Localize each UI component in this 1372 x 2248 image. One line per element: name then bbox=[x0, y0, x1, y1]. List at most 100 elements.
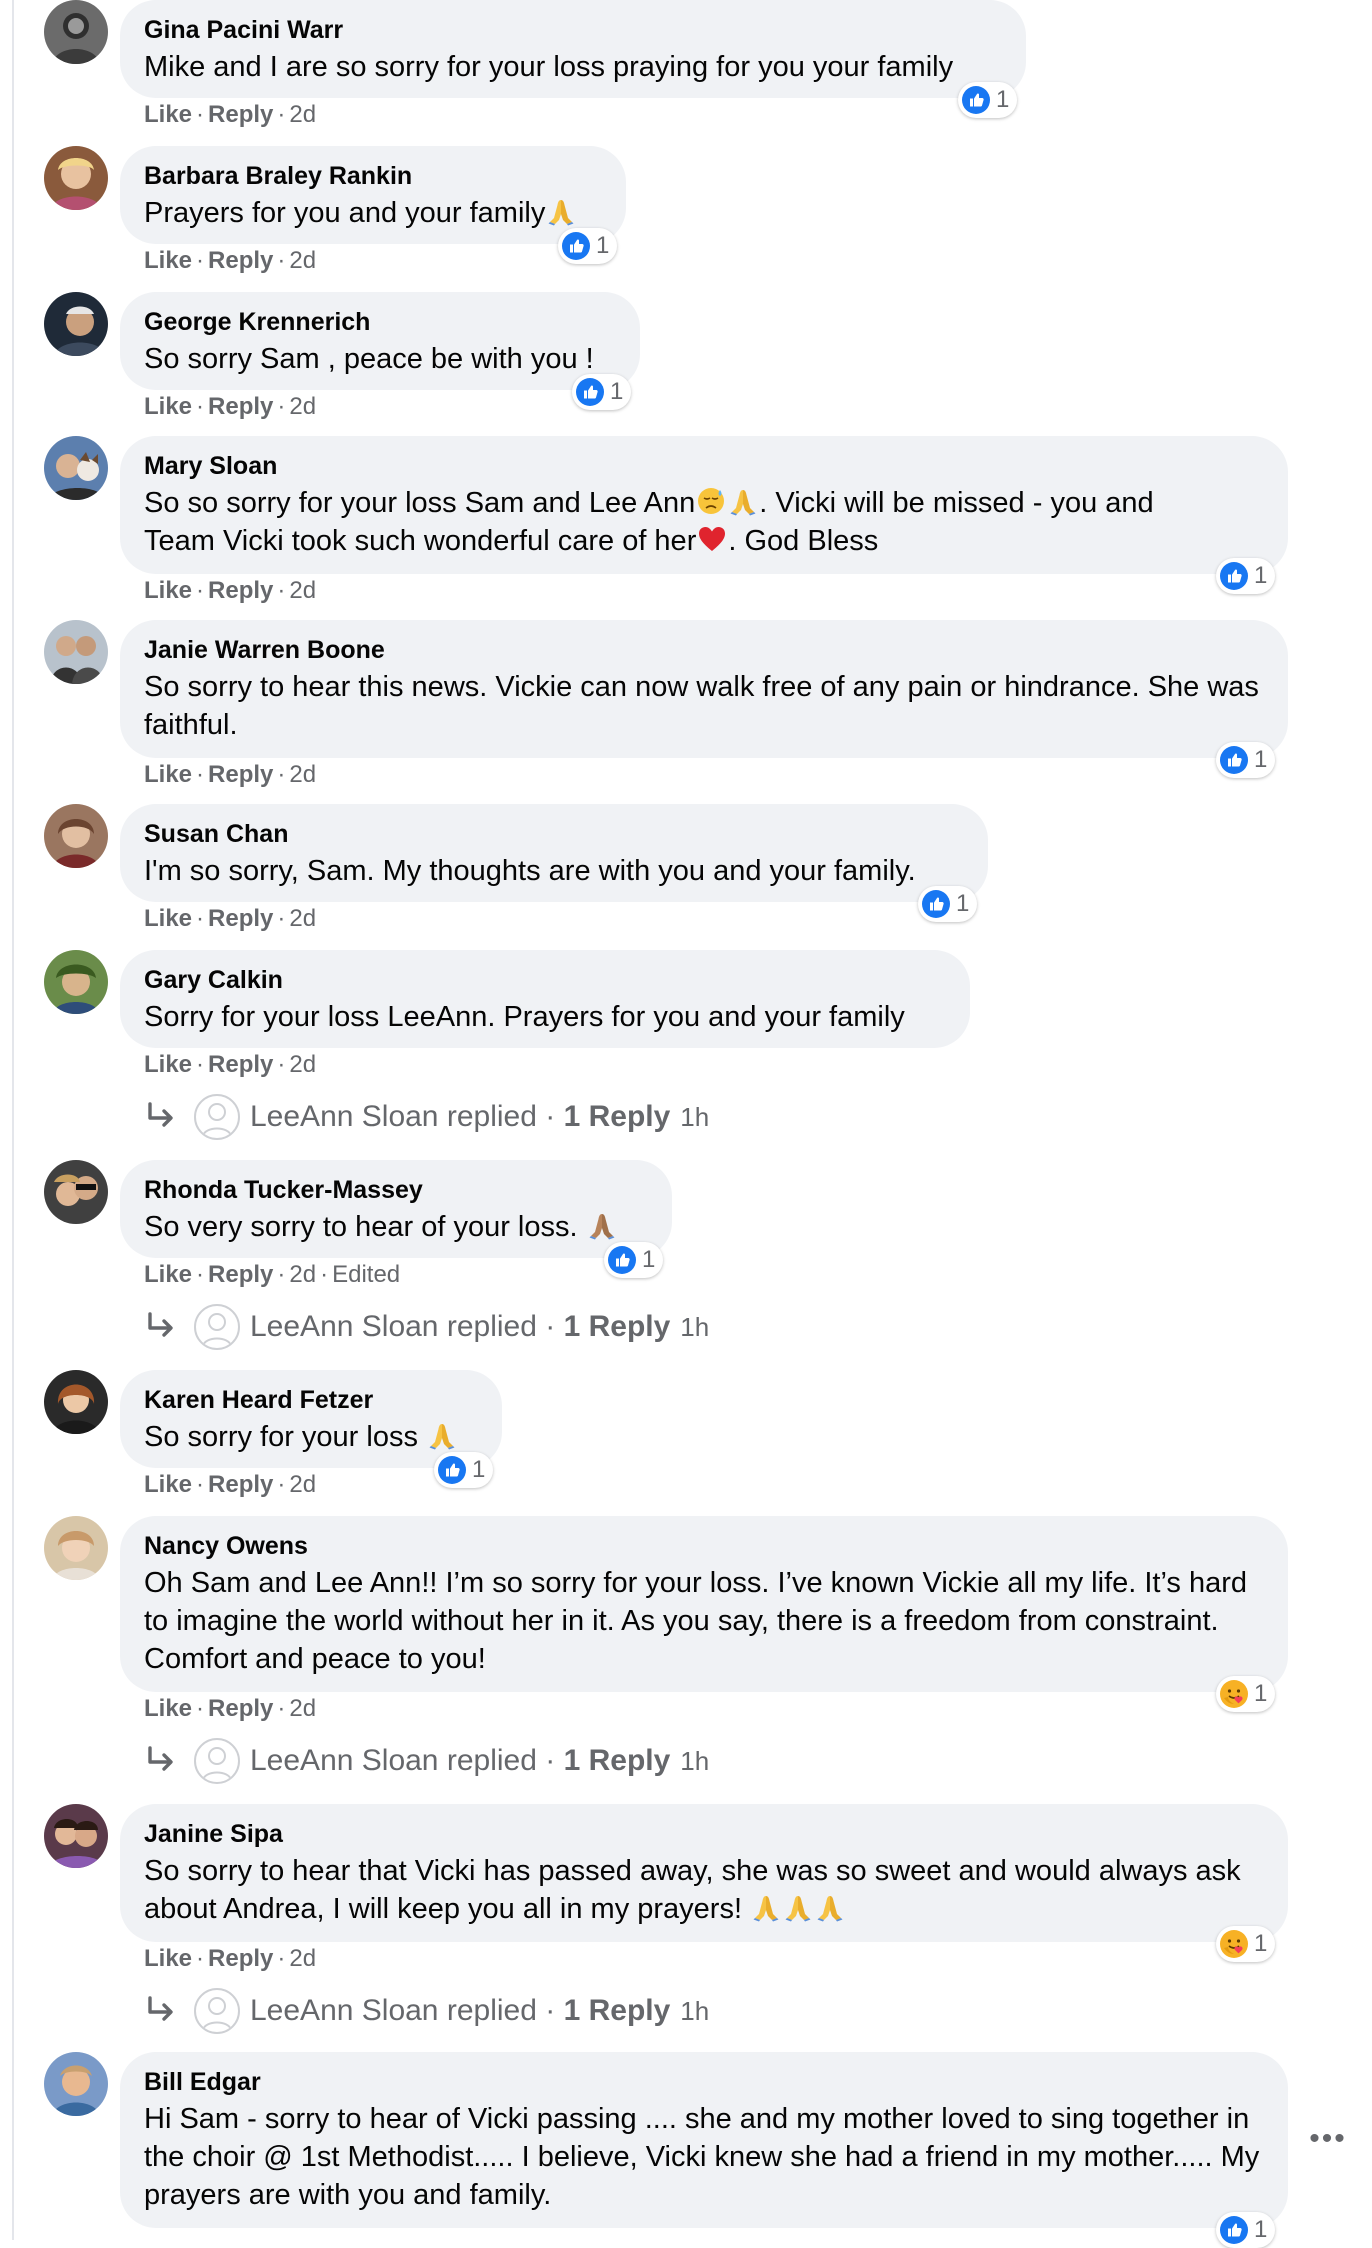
reaction-count-value: 1 bbox=[956, 890, 970, 917]
like-button[interactable]: Like bbox=[144, 1695, 192, 1722]
replier-avatar bbox=[194, 1304, 240, 1350]
like-button[interactable]: Like bbox=[144, 393, 192, 420]
like-button[interactable]: Like bbox=[144, 905, 192, 932]
reply-button[interactable]: Reply bbox=[208, 1695, 273, 1722]
replier-name: LeeAnn Sloan replied bbox=[250, 1744, 537, 1777]
reply-button[interactable]: Reply bbox=[208, 1051, 273, 1078]
avatar[interactable] bbox=[44, 1370, 108, 1434]
reaction-count[interactable]: 1 bbox=[572, 374, 632, 410]
reaction-count[interactable]: 1 bbox=[1216, 742, 1276, 778]
reply-count: 1 Reply bbox=[563, 1744, 671, 1777]
reaction-count[interactable]: 1 bbox=[1216, 1676, 1276, 1712]
comment-author[interactable]: Janine Sipa bbox=[144, 1816, 1264, 1852]
comment-text: Prayers for you and your family bbox=[144, 197, 546, 229]
comment-author[interactable]: Gina Pacini Warr bbox=[144, 12, 1002, 48]
comment-text: Hi Sam - sorry to hear of Vicki passing … bbox=[144, 2103, 1260, 2211]
view-replies-link[interactable]: LeeAnn Sloan replied · 1 Reply 1h bbox=[144, 1092, 709, 1142]
comment-actions: Like · Reply · 2d · Edited bbox=[144, 1261, 401, 1288]
comment-author[interactable]: Rhonda Tucker-Massey bbox=[144, 1172, 648, 1208]
like-button[interactable]: Like bbox=[144, 577, 192, 604]
reply-button[interactable]: Reply bbox=[208, 905, 273, 932]
comment-time[interactable]: 2d bbox=[289, 1261, 316, 1288]
more-options-icon[interactable]: ••• bbox=[1308, 2124, 1348, 2154]
avatar[interactable] bbox=[44, 804, 108, 868]
comment-time[interactable]: 2d bbox=[289, 577, 316, 604]
folded-hands-icon bbox=[815, 1892, 845, 1922]
view-replies-link[interactable]: LeeAnn Sloan replied · 1 Reply 1h bbox=[144, 1302, 709, 1352]
avatar[interactable] bbox=[44, 292, 108, 356]
reaction-count[interactable]: 1 bbox=[558, 228, 618, 264]
avatar[interactable] bbox=[44, 1804, 108, 1868]
view-replies-link[interactable]: LeeAnn Sloan replied · 1 Reply 1h bbox=[144, 1986, 709, 2036]
avatar[interactable] bbox=[44, 1516, 108, 1580]
reply-button[interactable]: Reply bbox=[208, 1945, 273, 1972]
thread-rule bbox=[12, 0, 14, 2240]
reply-button[interactable]: Reply bbox=[208, 393, 273, 420]
comment-author[interactable]: Mary Sloan bbox=[144, 448, 1264, 484]
comment-time[interactable]: 2d bbox=[289, 247, 316, 274]
reply-count: 1 Reply bbox=[563, 1310, 671, 1343]
comment-bubble: Mary Sloan So so sorry for your loss Sam… bbox=[120, 436, 1288, 574]
comment-author[interactable]: George Krennerich bbox=[144, 304, 616, 340]
comment-author[interactable]: Bill Edgar bbox=[144, 2064, 1264, 2100]
comment-time[interactable]: 2d bbox=[289, 1945, 316, 1972]
reply-button[interactable]: Reply bbox=[208, 761, 273, 788]
comment-time[interactable]: 2d bbox=[289, 393, 316, 420]
reaction-count[interactable]: 1 bbox=[958, 82, 1018, 118]
reaction-count[interactable]: 1 bbox=[604, 1242, 664, 1278]
reply-button[interactable]: Reply bbox=[208, 577, 273, 604]
view-replies-link[interactable]: LeeAnn Sloan replied · 1 Reply 1h bbox=[144, 1736, 709, 1786]
comment-author[interactable]: Gary Calkin bbox=[144, 962, 946, 998]
replier-name: LeeAnn Sloan replied bbox=[250, 1100, 537, 1133]
like-button[interactable]: Like bbox=[144, 101, 192, 128]
like-button[interactable]: Like bbox=[144, 1051, 192, 1078]
avatar[interactable] bbox=[44, 1160, 108, 1224]
reaction-count[interactable]: 1 bbox=[918, 886, 978, 922]
comment-time[interactable]: 2d bbox=[289, 905, 316, 932]
comment-author[interactable]: Karen Heard Fetzer bbox=[144, 1382, 478, 1418]
folded-hands-icon bbox=[546, 196, 576, 226]
like-button[interactable]: Like bbox=[144, 1471, 192, 1498]
reaction-count[interactable]: 1 bbox=[434, 1452, 494, 1488]
comment-time[interactable]: 2d bbox=[289, 1471, 316, 1498]
comment-bubble: George Krennerich So sorry Sam , peace b… bbox=[120, 292, 640, 390]
reaction-count[interactable]: 1 bbox=[1216, 558, 1276, 594]
edited-label[interactable]: Edited bbox=[332, 1261, 400, 1288]
like-button[interactable]: Like bbox=[144, 761, 192, 788]
comment-bubble: Janine Sipa So sorry to hear that Vicki … bbox=[120, 1804, 1288, 1942]
comment-time[interactable]: 2d bbox=[289, 101, 316, 128]
reply-button[interactable]: Reply bbox=[208, 1471, 273, 1498]
comment-time[interactable]: 2d bbox=[289, 761, 316, 788]
replier-avatar bbox=[194, 1988, 240, 2034]
comment-time[interactable]: 2d bbox=[289, 1695, 316, 1722]
comment-text: So sorry to hear that Vicki has passed a… bbox=[144, 1855, 1241, 1925]
comment-author[interactable]: Barbara Braley Rankin bbox=[144, 158, 602, 194]
avatar[interactable] bbox=[44, 0, 108, 64]
comment-author[interactable]: Janie Warren Boone bbox=[144, 632, 1264, 668]
reaction-count-value: 1 bbox=[610, 378, 624, 405]
disappointed-relieved-face-icon bbox=[696, 486, 726, 516]
avatar[interactable] bbox=[44, 950, 108, 1014]
reply-button[interactable]: Reply bbox=[208, 247, 273, 274]
comment-text: I'm so sorry, Sam. My thoughts are with … bbox=[144, 855, 916, 887]
comment-actions: Like · Reply · 2d bbox=[144, 1945, 317, 1972]
reaction-count[interactable]: 1 bbox=[1216, 2212, 1276, 2248]
folded-hands-icon bbox=[728, 486, 758, 516]
avatar[interactable] bbox=[44, 146, 108, 210]
comment-time[interactable]: 2d bbox=[289, 1051, 316, 1078]
avatar[interactable] bbox=[44, 436, 108, 500]
folded-hands-icon bbox=[427, 1420, 457, 1450]
avatar[interactable] bbox=[44, 2052, 108, 2116]
reaction-count[interactable]: 1 bbox=[1216, 1926, 1276, 1962]
reply-button[interactable]: Reply bbox=[208, 101, 273, 128]
comment-author[interactable]: Nancy Owens bbox=[144, 1528, 1264, 1564]
like-button[interactable]: Like bbox=[144, 1945, 192, 1972]
reaction-count-value: 1 bbox=[996, 86, 1010, 113]
replier-name: LeeAnn Sloan replied bbox=[250, 1994, 537, 2027]
reply-button[interactable]: Reply bbox=[208, 1261, 273, 1288]
like-button[interactable]: Like bbox=[144, 247, 192, 274]
replier-avatar bbox=[194, 1094, 240, 1140]
avatar[interactable] bbox=[44, 620, 108, 684]
comment-author[interactable]: Susan Chan bbox=[144, 816, 964, 852]
like-button[interactable]: Like bbox=[144, 1261, 192, 1288]
